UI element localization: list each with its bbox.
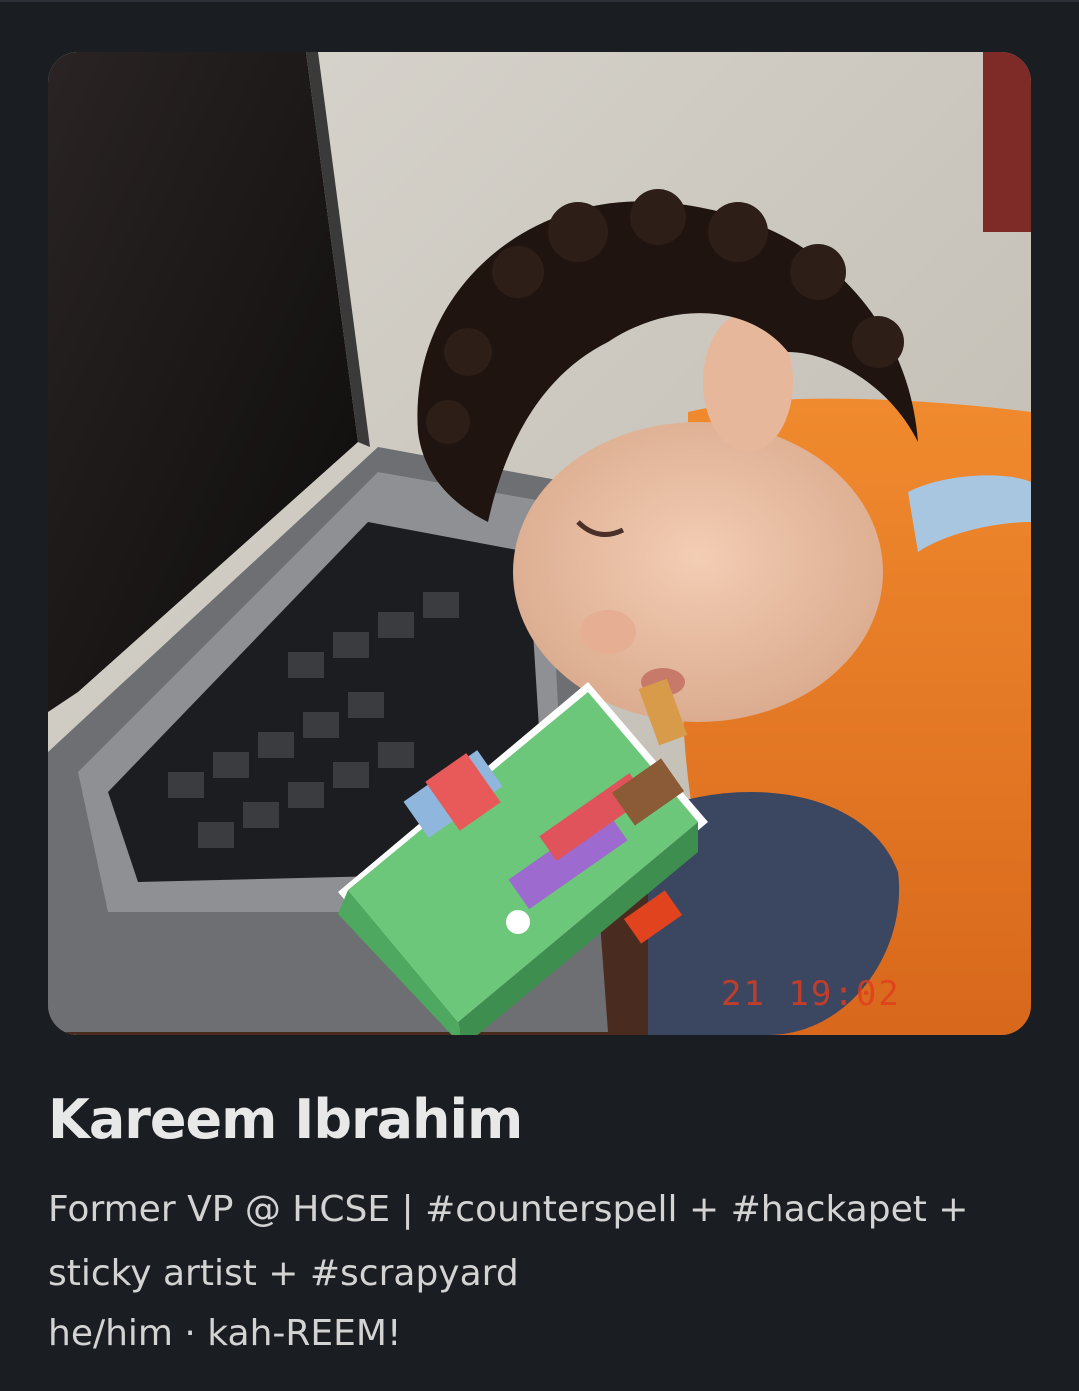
profile-name: Kareem Ibrahim [48, 1088, 523, 1151]
top-divider [0, 0, 1079, 2]
profile-pronouns: he/him · kah-REEM! [48, 1313, 402, 1354]
profile-photo-illustration [48, 52, 1031, 1035]
profile-bio: Former VP @ HCSE | #counterspell + #hack… [48, 1189, 969, 1294]
profile-photo[interactable]: 21 19:02 [48, 52, 1031, 1035]
photo-timestamp: 21 19:02 [721, 974, 901, 1014]
